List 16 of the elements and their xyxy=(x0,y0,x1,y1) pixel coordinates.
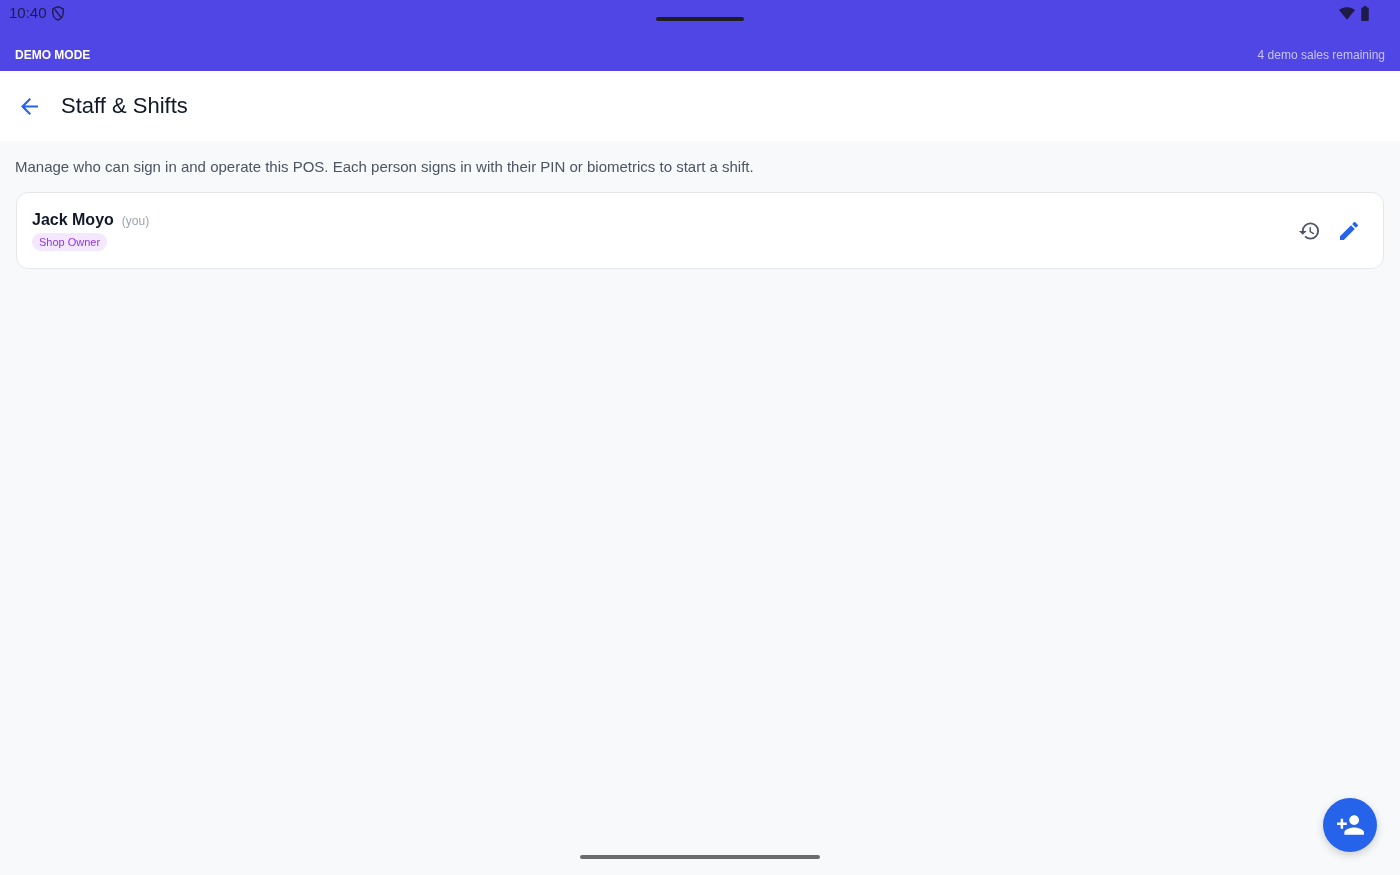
demo-mode-label: DEMO MODE xyxy=(15,47,91,62)
pencil-icon xyxy=(1340,221,1358,240)
role-tag: Shop Owner xyxy=(32,232,108,251)
battery-icon xyxy=(1361,6,1369,21)
staff-note: (you) xyxy=(121,213,150,228)
status-time: 10:40 xyxy=(9,4,47,22)
shield-icon xyxy=(51,5,64,21)
demo-sales-remaining: 4 demo sales remaining xyxy=(1257,47,1385,62)
staff-name: Jack Moyo xyxy=(32,210,114,229)
page-title: Staff & Shifts xyxy=(61,93,188,119)
back-arrow-icon xyxy=(20,97,38,115)
description-text: Manage who can sign in and operate this POS. Each person signs in with their PIN or biometrics to start a shift. xyxy=(15,157,755,177)
add-staff-button[interactable] xyxy=(1323,798,1377,852)
person-plus-icon xyxy=(1336,815,1364,835)
wifi-icon xyxy=(1339,7,1355,20)
history-icon xyxy=(1298,221,1320,240)
